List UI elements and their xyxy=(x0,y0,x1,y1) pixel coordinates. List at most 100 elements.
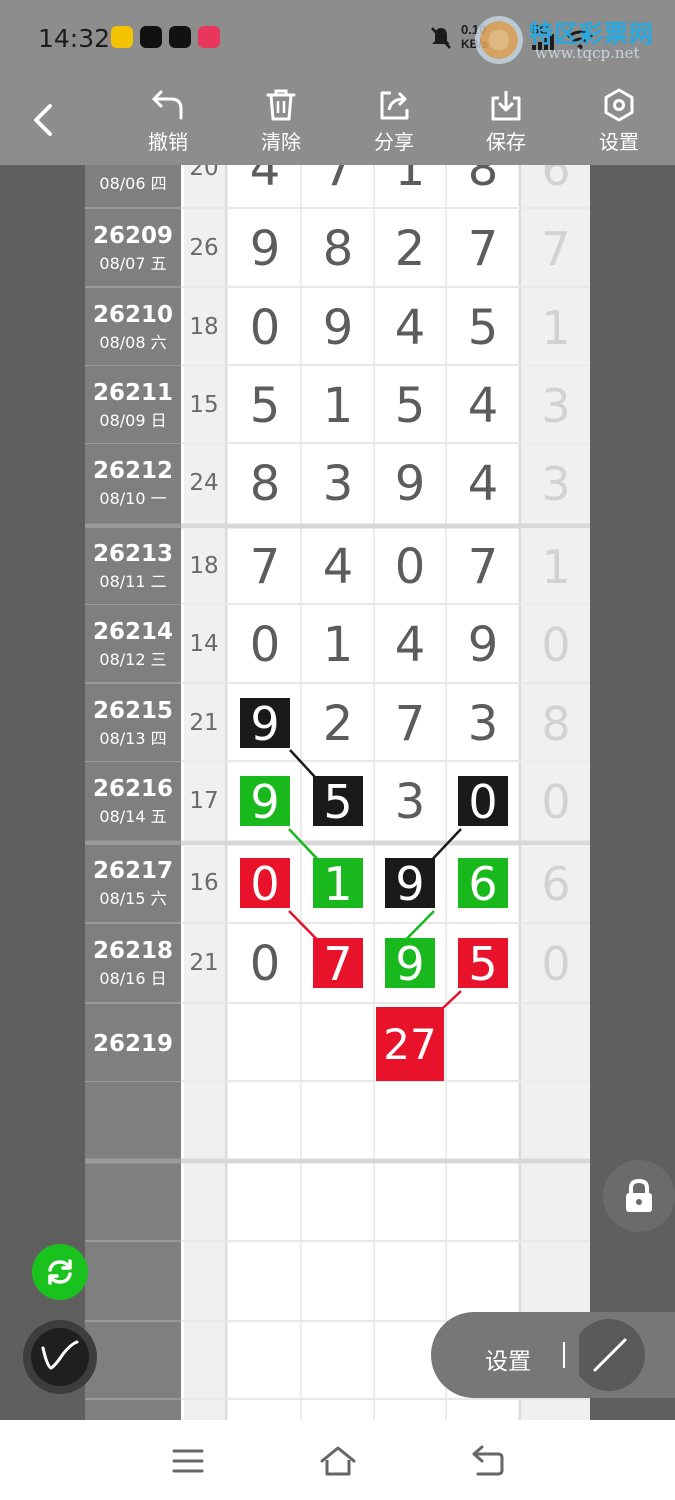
lock-button[interactable] xyxy=(603,1160,675,1232)
digit-cell-marked[interactable]: 0 xyxy=(447,763,519,839)
digit-cell[interactable]: 3 xyxy=(447,685,519,761)
digit-cell[interactable]: 7 xyxy=(447,528,519,604)
digit-cell[interactable]: 9 xyxy=(302,289,374,365)
digit-cell-marked[interactable]: 9 xyxy=(229,763,301,839)
chevron-left-icon xyxy=(34,104,52,136)
lock-icon xyxy=(626,1178,652,1212)
issue-cell: 26213 08/11 二 xyxy=(85,528,181,604)
refresh-icon xyxy=(48,1259,72,1285)
digit-cell[interactable]: 7 xyxy=(447,210,519,286)
digit-cell[interactable]: 8 xyxy=(447,165,519,206)
digit-cell-marked[interactable]: 5 xyxy=(447,925,519,1001)
extra-digit-cell: 0 xyxy=(522,606,590,682)
issue-cell: 26217 08/15 六 xyxy=(85,845,181,921)
back-button[interactable] xyxy=(20,96,68,144)
prediction-box[interactable]: 27 xyxy=(376,1007,444,1081)
refresh-button[interactable] xyxy=(32,1244,88,1300)
digit-cell[interactable]: 4 xyxy=(374,606,446,682)
extra-digit-cell: 1 xyxy=(522,528,590,604)
digit-mark-black: 9 xyxy=(240,698,290,750)
digit-cell[interactable]: 4 xyxy=(447,445,519,521)
extra-digit-cell: 0 xyxy=(522,925,590,1001)
save-button[interactable]: 保存 xyxy=(466,84,546,160)
mute-icon xyxy=(431,27,451,49)
digit-cell[interactable]: 9 xyxy=(229,210,301,286)
digit-cell[interactable]: 7 xyxy=(229,528,301,604)
issue-date: 08/15 六 xyxy=(99,889,167,908)
digit-cell[interactable]: 3 xyxy=(374,763,446,839)
tiktok-lite-icon xyxy=(169,26,191,48)
issue-date: 08/06 四 xyxy=(99,174,167,193)
issue-date: 08/11 二 xyxy=(99,572,167,591)
digit-cell[interactable]: 8 xyxy=(229,445,301,521)
digit-cell[interactable]: 4 xyxy=(374,289,446,365)
digit-cell-marked[interactable]: 9 xyxy=(229,685,301,761)
digit-cell[interactable]: 0 xyxy=(229,289,301,365)
issue-cell: 26209 08/07 五 xyxy=(85,210,181,286)
sum-cell: 18 xyxy=(184,289,224,365)
pill-settings-label[interactable]: 设置 xyxy=(485,1342,531,1376)
digit-cell[interactable] xyxy=(302,1005,374,1081)
menu-icon[interactable] xyxy=(168,1444,208,1478)
digit-cell[interactable]: 4 xyxy=(229,165,301,206)
digit-cell[interactable]: 9 xyxy=(374,445,446,521)
settings-label: 设置 xyxy=(599,130,639,154)
digit-cell[interactable]: 3 xyxy=(302,445,374,521)
digit-mark-green: 9 xyxy=(240,776,290,828)
digit-cell-marked[interactable]: 5 xyxy=(302,763,374,839)
digit-cell[interactable] xyxy=(229,1005,301,1081)
extra-digit-cell: 7 xyxy=(522,210,590,286)
digit-cell[interactable]: 4 xyxy=(447,367,519,443)
settings-button[interactable]: 设置 xyxy=(579,84,659,160)
digit-cell-marked[interactable]: 1 xyxy=(302,845,374,921)
digit-cell[interactable]: 8 xyxy=(302,210,374,286)
undo-label: 撤销 xyxy=(148,130,188,154)
digit-cell[interactable]: 4 xyxy=(302,528,374,604)
system-navbar xyxy=(0,1420,675,1500)
issue-number: 26218 xyxy=(92,938,174,964)
sum-cell: 16 xyxy=(184,845,224,921)
digit-cell-marked[interactable]: 7 xyxy=(302,925,374,1001)
digit-cell[interactable]: 7 xyxy=(302,165,374,206)
issue-number: 26210 xyxy=(92,302,174,328)
home-icon[interactable] xyxy=(318,1444,358,1478)
tiktok-icon xyxy=(140,26,162,48)
digit-cell[interactable]: 9 xyxy=(447,606,519,682)
digit-cell[interactable] xyxy=(447,1005,519,1081)
draw-row: 26219 xyxy=(85,1005,590,1083)
digit-cell-marked[interactable]: 0 xyxy=(229,845,301,921)
undo-button[interactable]: 撤销 xyxy=(128,84,208,160)
status-time: 14:32 xyxy=(38,24,111,53)
watermark: 特区彩票网 www.tqcp.net xyxy=(475,12,665,68)
digit-cell[interactable]: 1 xyxy=(302,606,374,682)
digit-mark-black: 0 xyxy=(458,776,508,828)
digit-cell[interactable]: 5 xyxy=(229,367,301,443)
digit-cell-marked[interactable]: 6 xyxy=(447,845,519,921)
pig-app-icon xyxy=(198,26,220,48)
digit-cell[interactable]: 1 xyxy=(302,367,374,443)
digit-cell[interactable]: 5 xyxy=(374,367,446,443)
clear-button[interactable]: 清除 xyxy=(241,84,321,160)
digit-cell[interactable]: 0 xyxy=(374,528,446,604)
digit-cell[interactable]: 1 xyxy=(374,165,446,206)
digit-mark-black: 9 xyxy=(385,858,435,910)
digit-cell[interactable]: 0 xyxy=(229,925,301,1001)
quick-settings-pill[interactable]: 设置 xyxy=(431,1312,675,1398)
digit-cell[interactable]: 2 xyxy=(374,210,446,286)
digit-cell[interactable]: 0 xyxy=(229,606,301,682)
share-button[interactable]: 分享 xyxy=(354,84,434,160)
line-tool-icon[interactable] xyxy=(579,1312,659,1398)
back-icon[interactable] xyxy=(468,1444,508,1478)
draw-row: 26212 08/10 一 24 8 3 9 4 3 xyxy=(85,445,590,523)
issue-number: 26211 xyxy=(92,380,174,406)
pen-button[interactable] xyxy=(23,1320,97,1394)
extra-digit-cell: 6 xyxy=(522,845,590,921)
digit-cell-marked[interactable]: 9 xyxy=(374,925,446,1001)
digit-cell[interactable]: 5 xyxy=(447,289,519,365)
digit-cell-marked[interactable]: 9 xyxy=(374,845,446,921)
digit-cell[interactable]: 7 xyxy=(374,685,446,761)
digit-cell[interactable]: 2 xyxy=(302,685,374,761)
issue-date: 08/10 一 xyxy=(99,489,167,508)
trend-chart-panel[interactable]: 2620808/06 四20471862620908/07 五269827726… xyxy=(85,165,590,1420)
sum-cell: 20 xyxy=(184,165,224,206)
